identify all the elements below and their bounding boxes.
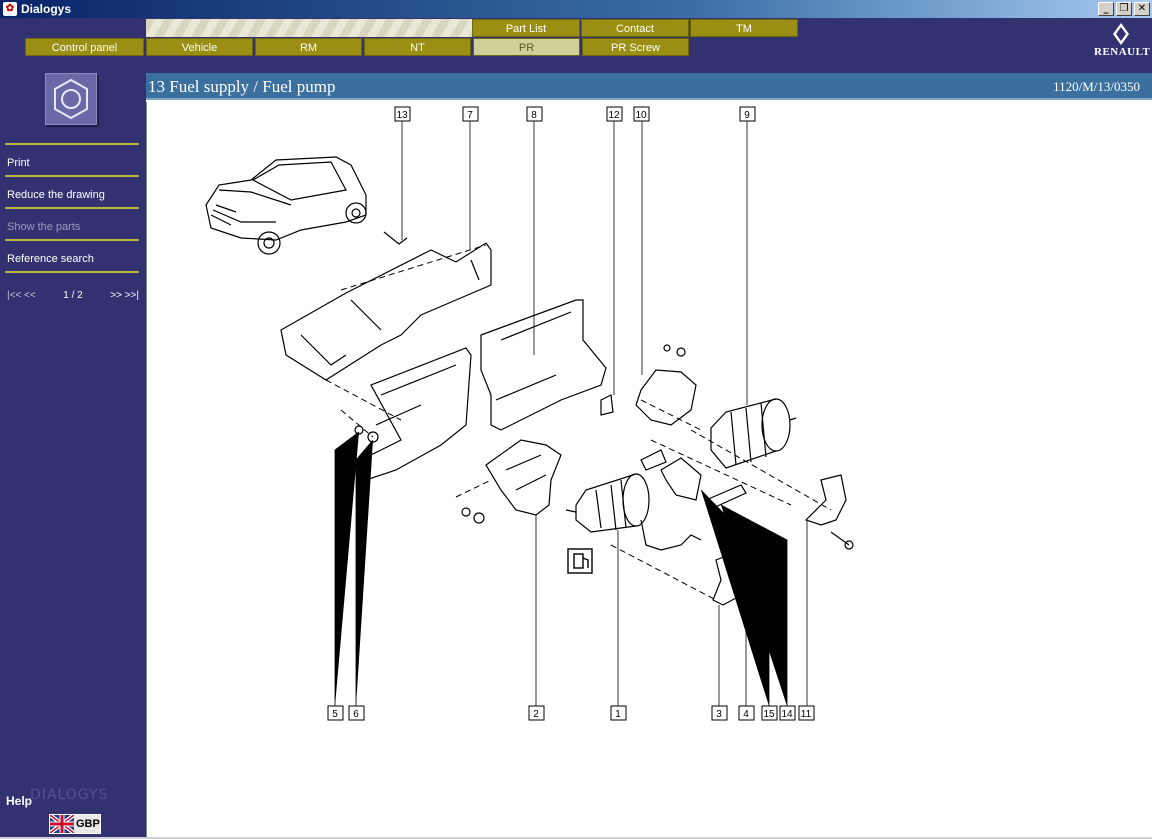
dialogys-watermark: DIALOGYS [30,787,109,803]
maximize-button[interactable]: ❐ [1116,2,1132,16]
page-heading: 13 Fuel supply / Fuel pump 1120/M/13/035… [146,73,1152,100]
pager-first-prev[interactable]: |<< << [7,290,36,301]
language-code: GBP [76,818,100,830]
app-header: Part List Contact TM Control panel Vehic… [0,18,1152,73]
header-banner [146,19,472,37]
callout-label-11[interactable]: 11 [801,709,812,720]
print-button[interactable]: Print [5,143,139,175]
fuel-symbol-icon [567,548,593,574]
renault-diamond-icon [1112,22,1130,46]
tab-tm[interactable]: TM [690,19,798,37]
callout-label-9[interactable]: 9 [744,110,750,121]
callout-label-13[interactable]: 13 [396,110,408,121]
drawing-area: 13 7 8 12 10 9 5 6 2 1 3 4 15 14 11 [146,102,1152,837]
callout-label-5[interactable]: 5 [332,709,338,720]
menu-divider [5,271,139,273]
show-parts-button[interactable]: Show the parts [5,207,139,239]
callout-label-14[interactable]: 14 [781,709,793,720]
window-title: Dialogys [21,2,72,16]
callout-label-7[interactable]: 7 [467,110,473,121]
reduce-drawing-button[interactable]: Reduce the drawing [5,175,139,207]
tab-part-list[interactable]: Part List [472,19,580,37]
brand-name: RENAULT [1094,46,1151,58]
window-titlebar: ✿ Dialogys _ ❐ ✕ [0,0,1152,18]
tab-control-panel[interactable]: Control panel [25,38,144,56]
fuel-filter-part-9 [710,398,797,469]
clamp-part-10 [635,369,697,426]
heat-shield-part-7 [280,242,492,381]
tab-pr[interactable]: PR [473,38,580,56]
close-button[interactable]: ✕ [1134,2,1150,16]
uk-flag-icon [50,815,74,833]
callout-label-2[interactable]: 2 [533,709,539,720]
hex-nut-icon[interactable] [45,73,97,125]
bracket-part-11 [804,474,847,526]
page-reference: 1120/M/13/0350 [1053,79,1140,94]
callout-label-3[interactable]: 3 [716,709,722,720]
app-icon: ✿ [3,2,17,16]
callout-label-6[interactable]: 6 [353,709,359,720]
tab-rm[interactable]: RM [255,38,362,56]
callout-label-15[interactable]: 15 [763,709,775,720]
tab-vehicle[interactable]: Vehicle [146,38,253,56]
minimize-button[interactable]: _ [1098,2,1114,16]
sidebar-menu: Print Reduce the drawing Show the parts … [5,143,139,273]
tab-contact[interactable]: Contact [581,19,689,37]
fuel-pump-part-1 [565,473,702,551]
callout-label-10[interactable]: 10 [635,110,647,121]
callout-label-1[interactable]: 1 [615,709,621,720]
tab-pr-screw[interactable]: PR Screw [582,38,689,56]
exploded-parts-drawing: 13 7 8 12 10 9 5 6 2 1 3 4 15 14 11 [205,106,854,721]
car-illustration [205,156,367,255]
renault-logo: RENAULT [1094,22,1151,68]
pager: |<< << 1 / 2 >> >>| [7,290,139,301]
tab-nt[interactable]: NT [364,38,471,56]
pager-next-last[interactable]: >> >>| [110,290,139,301]
page-title: 13 Fuel supply / Fuel pump [148,77,336,96]
help-link[interactable]: Help [6,794,32,808]
heat-shield-part-8 [480,299,607,431]
pager-position: 1 / 2 [63,290,83,301]
callout-label-12[interactable]: 12 [608,110,620,121]
callout-label-8[interactable]: 8 [531,110,537,121]
left-sidebar: Print Reduce the drawing Show the parts … [0,73,146,839]
window-controls: _ ❐ ✕ [1098,2,1150,16]
language-button[interactable]: GBP [49,814,101,834]
lower-bracket-plate [360,347,472,481]
clamp-ring-part-15 [660,457,702,501]
pump-mount-part-2 [485,439,562,516]
reference-search-button[interactable]: Reference search [5,239,139,271]
callout-label-4[interactable]: 4 [743,709,749,720]
